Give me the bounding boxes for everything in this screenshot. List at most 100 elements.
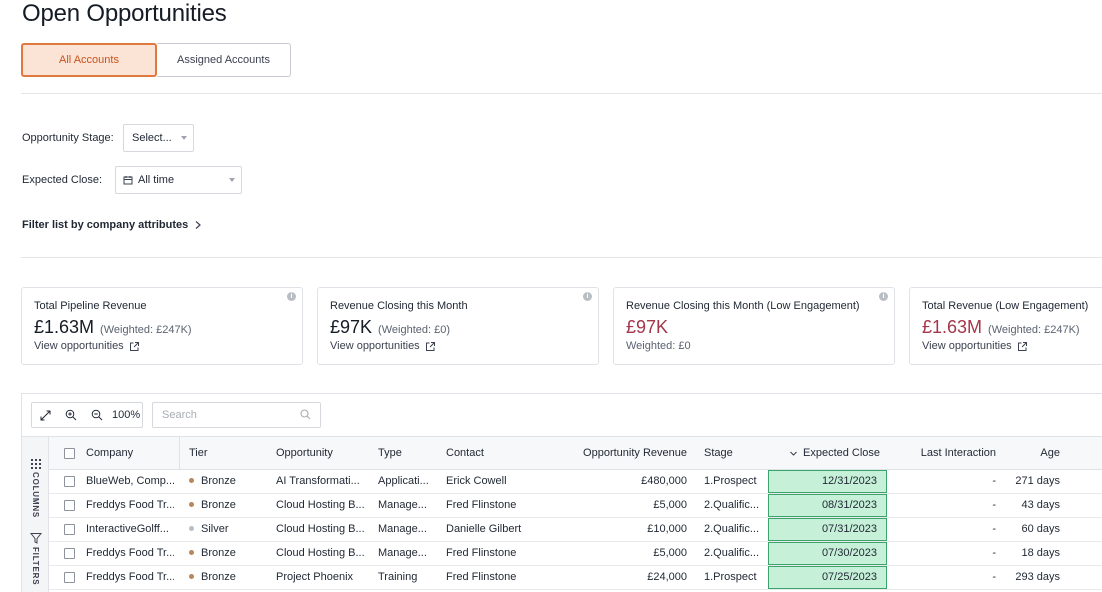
filter-company-attributes-link[interactable]: Filter list by company attributes	[22, 219, 202, 231]
cell-tier: Bronze	[189, 566, 269, 589]
table-row[interactable]: Freddys Food Tr... Bronze Cloud Hosting B.…	[49, 494, 1102, 518]
cell-type: Training	[378, 571, 418, 583]
filter-funnel-icon	[29, 533, 42, 544]
zoom-level: 100%	[112, 409, 141, 421]
cell-expected-close[interactable]: 08/31/2023	[768, 494, 887, 517]
column-header-tier[interactable]: Tier	[189, 437, 208, 470]
column-header-last-interaction[interactable]: Last Interaction	[899, 437, 996, 470]
external-link-icon	[129, 341, 139, 351]
tier-dot-icon	[189, 501, 194, 507]
view-opportunities-link[interactable]: View opportunities	[922, 340, 1028, 352]
view-opportunities-label: View opportunities	[330, 340, 420, 352]
cell-tier: Bronze	[189, 494, 269, 517]
row-checkbox[interactable]	[64, 500, 75, 511]
view-opportunities-link[interactable]: View opportunities	[34, 340, 140, 352]
expected-close-select[interactable]: All time	[115, 166, 242, 194]
kpi-card-title: Total Pipeline Revenue	[34, 300, 147, 312]
external-link-icon	[425, 341, 435, 351]
cell-opportunity-revenue: £24,000	[647, 571, 687, 583]
grid-search-input[interactable]	[152, 402, 321, 428]
zoom-out-icon	[91, 409, 103, 421]
fit-screen-button[interactable]	[32, 403, 58, 427]
filters-panel-toggle[interactable]: FILTERS	[22, 532, 49, 585]
table-header: Company Tier Opportunity Type Contact Op…	[49, 436, 1102, 470]
all-accounts-tab[interactable]: All Accounts	[21, 43, 157, 77]
column-header-company[interactable]: Company	[86, 437, 133, 470]
cell-stage: 1.Prospect	[704, 475, 757, 487]
cell-contact: Fred Flinstone	[446, 571, 517, 583]
zoom-in-button[interactable]	[58, 403, 84, 427]
divider	[21, 93, 1102, 94]
opportunities-table: Company Tier Opportunity Type Contact Op…	[49, 436, 1102, 592]
kpi-card-value: £1.63M (Weighted: £247K)	[34, 317, 192, 338]
select-all-checkbox[interactable]	[64, 448, 75, 459]
grid-toolbar: 100%	[22, 394, 1102, 436]
cell-opportunity-revenue: £10,000	[647, 523, 687, 535]
cell-company: InteractiveGolff...	[86, 523, 169, 535]
column-header-type[interactable]: Type	[378, 437, 402, 470]
info-icon[interactable]: i	[287, 292, 296, 301]
row-checkbox[interactable]	[64, 548, 75, 559]
column-header-expected-close[interactable]: Expected Close	[789, 437, 880, 470]
kpi-value-amount: £1.63M	[34, 317, 95, 337]
column-header-opportunity-revenue[interactable]: Opportunity Revenue	[576, 437, 687, 470]
opportunity-stage-select[interactable]: Select...	[123, 124, 194, 152]
row-checkbox[interactable]	[64, 524, 75, 535]
divider	[21, 257, 1102, 258]
cell-expected-close[interactable]: 07/30/2023	[768, 542, 887, 565]
columns-panel-toggle[interactable]: COLUMNS	[22, 459, 49, 518]
cell-stage: 2.Qualific...	[704, 499, 760, 511]
column-header-contact[interactable]: Contact	[446, 437, 484, 470]
tier-label: Silver	[201, 523, 229, 535]
grid-side-panel: COLUMNS FILTERS	[22, 436, 49, 592]
cell-last-interaction: -	[992, 499, 996, 511]
row-checkbox[interactable]	[64, 476, 75, 487]
filter-company-attributes-label: Filter list by company attributes	[22, 219, 189, 231]
kpi-card-value: £97K	[626, 317, 669, 337]
kpi-card-title: Revenue Closing this Month	[330, 300, 468, 312]
column-header-age[interactable]: Age	[1009, 437, 1060, 470]
column-divider	[179, 437, 180, 470]
cell-last-interaction: -	[992, 475, 996, 487]
kpi-value-amount: £1.63M	[922, 317, 983, 337]
row-checkbox[interactable]	[64, 572, 75, 583]
cell-company: BlueWeb, Comp...	[86, 475, 174, 487]
cell-last-interaction: -	[992, 571, 996, 583]
cell-age: 293 days	[1015, 571, 1060, 583]
kpi-card-total-low-engagement: Total Revenue (Low Engagement) £1.63M (We…	[909, 287, 1102, 365]
expected-close-label: Expected Close:	[22, 174, 103, 186]
cell-opportunity: Cloud Hosting B...	[276, 523, 365, 535]
chevron-down-icon	[181, 136, 187, 140]
tier-dot-icon	[189, 477, 194, 483]
cell-contact: Erick Cowell	[446, 475, 507, 487]
cell-expected-close[interactable]: 07/31/2023	[768, 518, 887, 541]
cell-company: Freddys Food Tr...	[86, 571, 174, 583]
cell-age: 43 days	[1021, 499, 1060, 511]
assigned-accounts-tab[interactable]: Assigned Accounts	[157, 43, 291, 77]
cell-age: 271 days	[1015, 475, 1060, 487]
cell-expected-close[interactable]: 12/31/2023	[768, 470, 887, 493]
info-icon[interactable]: i	[879, 292, 888, 301]
cell-opportunity: AI Transformati...	[276, 475, 360, 487]
table-row[interactable]: Freddys Food Tr... Bronze Cloud Hosting B.…	[49, 542, 1102, 566]
filters-label: FILTERS	[31, 547, 40, 586]
cell-tier: Bronze	[189, 542, 269, 565]
cell-contact: Fred Flinstone	[446, 547, 517, 559]
cell-type: Applicati...	[378, 475, 429, 487]
opportunity-stage-value: Select...	[132, 132, 172, 144]
zoom-out-button[interactable]	[84, 403, 110, 427]
kpi-weighted: Weighted: £0	[626, 340, 691, 352]
column-header-stage[interactable]: Stage	[704, 437, 733, 470]
info-icon[interactable]: i	[583, 292, 592, 301]
kpi-value-amount: £97K	[330, 317, 373, 337]
column-header-opportunity[interactable]: Opportunity	[276, 437, 333, 470]
cell-opportunity-revenue: £5,000	[653, 499, 687, 511]
cell-expected-close[interactable]: 07/25/2023	[768, 566, 887, 589]
table-row[interactable]: BlueWeb, Comp... Bronze AI Transformati...…	[49, 470, 1102, 494]
cell-stage: 2.Qualific...	[704, 547, 760, 559]
table-row[interactable]: InteractiveGolff... Silver Cloud Hosting B…	[49, 518, 1102, 542]
cell-contact: Danielle Gilbert	[446, 523, 522, 535]
cell-last-interaction: -	[992, 547, 996, 559]
view-opportunities-link[interactable]: View opportunities	[330, 340, 436, 352]
table-row[interactable]: Freddys Food Tr... Bronze Project Phoenix T…	[49, 566, 1102, 590]
